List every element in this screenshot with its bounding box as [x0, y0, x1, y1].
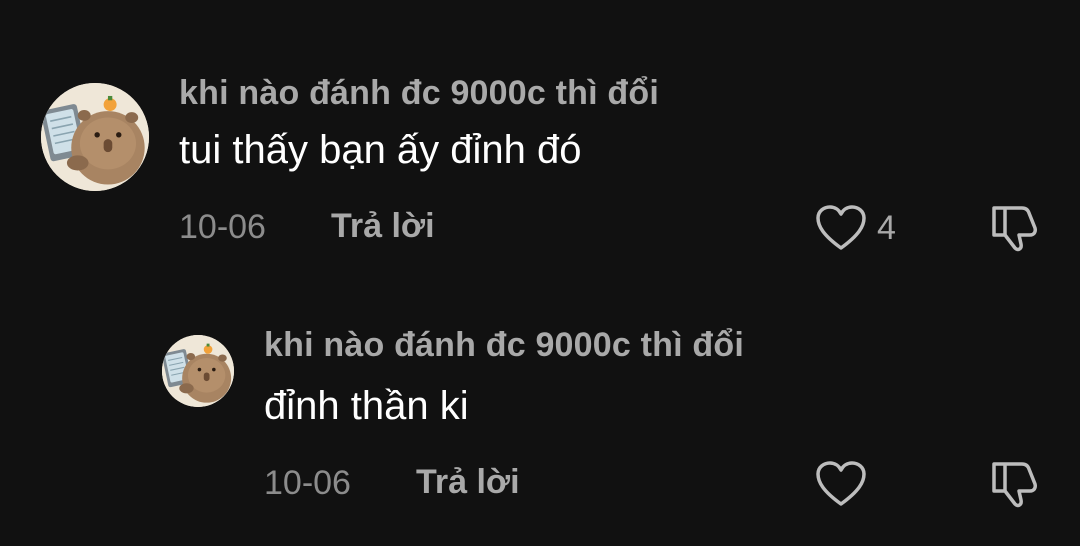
- thumbs-down-icon: [992, 462, 1037, 508]
- capybara-avatar-icon: [162, 335, 234, 407]
- dislike-button[interactable]: [988, 202, 1042, 254]
- thumbs-down-icon: [992, 206, 1037, 252]
- heart-icon: [816, 461, 866, 506]
- comment-username[interactable]: khi nào đánh đc 9000c thì đổi: [264, 326, 744, 365]
- comment-date: 10-06: [264, 464, 351, 502]
- like-button[interactable]: 4: [815, 204, 896, 252]
- dislike-button[interactable]: [988, 458, 1042, 510]
- comment-date: 10-06: [179, 208, 266, 246]
- comment-text: tui thấy bạn ấy đỉnh đó: [179, 128, 582, 172]
- avatar[interactable]: [162, 335, 234, 407]
- comment-text: đỉnh thần ki: [264, 384, 469, 428]
- comment-username[interactable]: khi nào đánh đc 9000c thì đổi: [179, 74, 659, 113]
- like-button[interactable]: [815, 460, 877, 508]
- avatar[interactable]: [41, 83, 149, 191]
- reply-comment-item: khi nào đánh đc 9000c thì đổi đỉnh thần …: [0, 280, 1080, 546]
- heart-icon: [816, 205, 866, 250]
- like-count: 4: [877, 208, 896, 247]
- reply-button[interactable]: Trả lời: [331, 207, 435, 246]
- reply-button[interactable]: Trả lời: [416, 463, 520, 502]
- comment-item: khi nào đánh đc 9000c thì đổi tui thấy b…: [0, 0, 1080, 280]
- capybara-avatar-icon: [41, 83, 149, 191]
